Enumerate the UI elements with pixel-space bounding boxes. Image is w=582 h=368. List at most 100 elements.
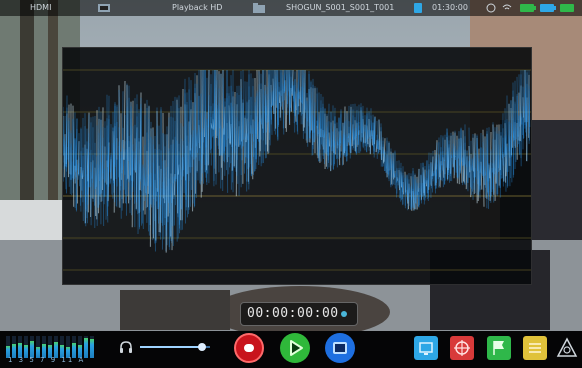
waveform-sample (341, 137, 344, 166)
waveform-sample (128, 135, 131, 214)
waveform-sample (326, 113, 329, 169)
waveform-sample (449, 151, 452, 177)
waveform-sample (357, 111, 360, 153)
waveform-sample (526, 69, 529, 123)
waveform-sample (406, 176, 409, 211)
waveform-sample (213, 69, 216, 181)
waveform-sample (226, 69, 229, 193)
meter-level (84, 338, 88, 358)
filename-label: SHOGUN_S001_S001_T001 (286, 3, 395, 12)
waveform-sample (187, 142, 190, 215)
cue-marker-button[interactable] (487, 336, 511, 360)
headphone-icon[interactable] (119, 340, 133, 354)
waveform-sample (296, 87, 299, 135)
waveform-sample (265, 86, 268, 158)
waveform-sample (484, 170, 487, 199)
waveform-sample (136, 104, 139, 215)
waveform-trace (63, 69, 531, 253)
focus-icon (454, 340, 470, 356)
waveform-sample (207, 95, 210, 128)
clip-info-icon[interactable] (414, 3, 422, 13)
play-button[interactable] (280, 333, 310, 363)
monitor-icon (419, 342, 433, 355)
waveform-sample (352, 115, 355, 149)
waveform-sample (228, 93, 231, 168)
waveform-sample (189, 148, 192, 173)
stopwatch-icon (486, 3, 496, 13)
waveform-sample (372, 134, 375, 147)
waveform-sample (468, 127, 471, 167)
waveform-sample (218, 106, 221, 129)
stop-icon (333, 342, 347, 354)
waveform-sample (339, 111, 342, 144)
waveform-sample (180, 168, 183, 210)
waveform-sample (176, 97, 179, 194)
waveform-sample (458, 138, 461, 166)
stop-button[interactable] (325, 333, 355, 363)
waveform-sample (109, 155, 112, 183)
waveform-sample (140, 103, 143, 226)
timecode-display[interactable]: 00:00:00:00 (240, 302, 358, 326)
waveform-sample (65, 146, 68, 194)
waveform-sample (129, 107, 132, 200)
waveform-sample (512, 82, 515, 175)
mode-label: Playback HD (172, 3, 223, 12)
timecode-indicator-icon (341, 311, 347, 317)
audio-meters[interactable] (6, 334, 98, 358)
waveform-sample (412, 167, 415, 211)
headphone-volume-slider[interactable] (140, 343, 210, 351)
waveform-sample (423, 179, 426, 205)
waveform-sample (413, 191, 416, 208)
film-icon (98, 4, 110, 12)
flag-icon (493, 341, 504, 355)
timecode-value: 00:00:00:00 (247, 306, 339, 321)
battery-b-icon (540, 4, 556, 12)
record-icon (244, 344, 254, 352)
list-icon (529, 343, 541, 353)
wifi-icon (502, 4, 512, 10)
waveform-sample (75, 118, 78, 211)
waveform-sample (273, 75, 276, 132)
waveform-sample (324, 116, 327, 154)
waveform-sample (516, 94, 519, 148)
waveform-sample (468, 161, 471, 178)
folder-icon (253, 3, 265, 13)
waveform-sample (243, 136, 246, 174)
duration-label: 01:30:00 (432, 3, 468, 12)
focus-tools-button[interactable] (450, 336, 474, 360)
waveform-sample (169, 116, 172, 238)
waveform-sample (510, 100, 513, 157)
waveform-sample (348, 121, 351, 153)
play-icon (290, 340, 303, 356)
waveform-sample (105, 125, 108, 220)
waveform-sample (353, 127, 356, 151)
volume-knob[interactable] (198, 343, 206, 351)
record-button[interactable] (234, 333, 264, 363)
channel-labels: 1 3 5 7 9 11 A (8, 356, 86, 364)
monitor-tools-button[interactable] (414, 336, 438, 360)
waveform-sample (220, 125, 223, 156)
waveform-sample (453, 152, 456, 176)
waveform-sample (277, 82, 280, 127)
atomos-logo-icon[interactable] (556, 337, 578, 359)
recorder-screen: HDMI Playback HD SHOGUN_S001_S001_T001 0… (0, 0, 582, 368)
waveform-sample (125, 83, 128, 216)
input-label: HDMI (30, 3, 52, 12)
waveform-sample (74, 138, 77, 173)
waveform-sample (84, 113, 87, 210)
waveform-sample (223, 113, 226, 152)
meter-level (90, 339, 94, 358)
power-icon (560, 4, 574, 12)
menu-list-button[interactable] (523, 336, 547, 360)
waveform-sample (321, 110, 324, 138)
volume-fill (140, 346, 202, 348)
waveform-monitor (62, 47, 532, 285)
battery-a-icon (520, 4, 536, 12)
waveform-sample (317, 129, 320, 157)
status-bar: HDMI Playback HD SHOGUN_S001_S001_T001 0… (0, 0, 582, 16)
waveform-sample (452, 143, 455, 158)
waveform-sample (161, 181, 164, 250)
waveform-sample (184, 89, 187, 224)
waveform-sample (249, 114, 252, 134)
waveform-graph (63, 69, 531, 271)
